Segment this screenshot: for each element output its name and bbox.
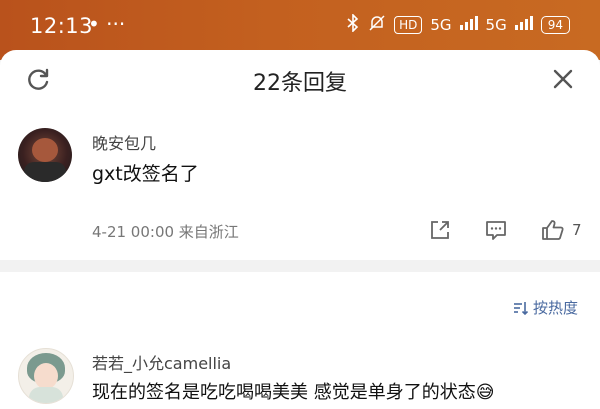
comment-meta: 4-21 00:00 来自浙江 <box>92 223 239 241</box>
signal-bars-icon <box>459 16 478 34</box>
share-icon <box>431 221 449 239</box>
battery-indicator: 94 <box>540 16 570 34</box>
avatar[interactable] <box>18 348 74 404</box>
signal-5g-1: 5G <box>430 16 452 34</box>
reply-author[interactable]: 若若_小允camellia <box>92 350 231 374</box>
close-button[interactable] <box>548 64 578 94</box>
share-button[interactable] <box>428 218 452 246</box>
status-time: 12:13 <box>30 14 94 38</box>
avatar[interactable] <box>18 128 72 182</box>
comment-text: gxt改签名了 <box>92 163 199 185</box>
section-divider <box>0 260 600 272</box>
comment-author[interactable]: 晚安包几 <box>92 130 156 154</box>
sort-toggle[interactable]: 按热度 <box>513 297 578 318</box>
sheet-header: 22条回复 <box>0 50 600 108</box>
bluetooth-icon <box>346 13 360 36</box>
notification-icons: • ··· <box>88 12 126 36</box>
close-icon <box>553 69 573 89</box>
reply-button[interactable] <box>484 218 508 246</box>
reply-text: 现在的签名是吃吃喝喝美美 感觉是单身了的状态😅 <box>92 382 495 403</box>
hd-badge: HD <box>394 16 423 34</box>
reply-item: 若若_小允camellia 现在的签名是吃吃喝喝美美 感觉是单身了的状态😅 <box>0 338 600 409</box>
main-comment: 晚安包几 gxt改签名了 4-21 00:00 来自浙江 7 <box>0 108 600 260</box>
mute-bell-icon <box>368 14 386 36</box>
sheet-title: 22条回复 <box>253 71 347 96</box>
like-count: 7 <box>572 221 582 239</box>
like-button[interactable] <box>540 218 566 246</box>
status-indicators: HD 5G 5G 94 <box>346 13 570 36</box>
sort-icon <box>513 301 529 315</box>
replies-sheet: 22条回复 晚安包几 gxt改签名了 4-21 00:00 来自浙江 7 按热度… <box>0 50 600 409</box>
signal-bars-icon-2 <box>514 16 533 34</box>
sort-label: 按热度 <box>532 299 578 317</box>
like-icon <box>542 220 564 240</box>
reply-icon <box>486 221 506 240</box>
signal-5g-2: 5G <box>485 16 507 34</box>
